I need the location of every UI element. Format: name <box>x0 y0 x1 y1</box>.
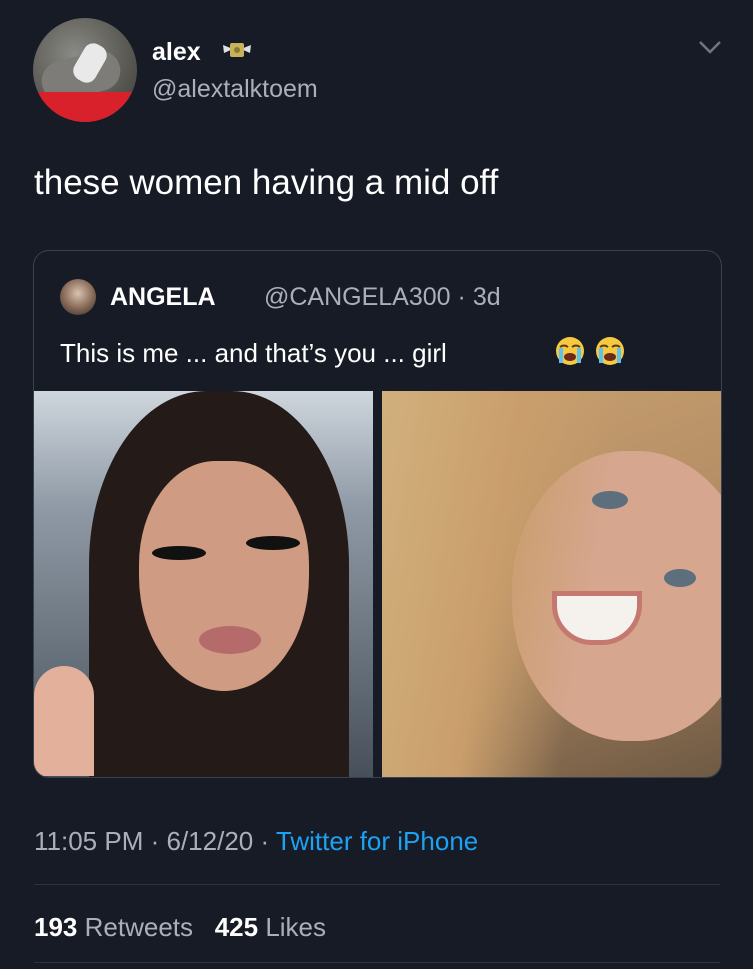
quoted-handle-text[interactable]: @CANGELA300 <box>264 283 451 311</box>
tweet-time[interactable]: 11:05 PM <box>34 826 143 856</box>
divider <box>34 962 720 963</box>
tweet-source-link[interactable]: Twitter for iPhone <box>276 826 478 856</box>
loudly-crying-face-icon <box>556 337 584 365</box>
quoted-text: This is me ... and that’s you ... girl <box>60 338 447 368</box>
photo-left-hand <box>34 666 94 776</box>
photo-left[interactable] <box>34 391 373 777</box>
tweet-date[interactable]: 6/12/20 <box>167 826 254 856</box>
chevron-down-icon[interactable] <box>697 36 723 58</box>
photo-left-face <box>139 461 309 691</box>
quoted-sep: · <box>457 283 466 311</box>
meta-sep: · <box>260 826 270 856</box>
retweets-label: Retweets <box>84 912 194 942</box>
loudly-crying-face-icon <box>596 337 624 365</box>
likes-stat[interactable]: 425 Likes <box>215 912 326 942</box>
photo-left-lash <box>152 546 206 560</box>
likes-label: Likes <box>265 912 327 942</box>
retweets-stat[interactable]: 193 Retweets <box>34 912 193 942</box>
photo-left-lips <box>199 626 261 654</box>
retweets-count: 193 <box>34 912 78 942</box>
photo-right-eye <box>664 569 696 587</box>
user-name[interactable]: alex <box>152 38 201 67</box>
money-wings-icon <box>223 43 251 57</box>
quoted-user-handle: @CANGELA300 · 3d <box>264 283 501 312</box>
tweet-text: these women having a mid off <box>34 163 499 202</box>
photo-left-lash <box>246 536 300 550</box>
quoted-time: 3d <box>472 283 501 311</box>
photo-right-eye <box>592 491 628 509</box>
user-handle[interactable]: @alextalktoem <box>152 75 318 104</box>
likes-count: 425 <box>214 912 259 942</box>
photo-right[interactable] <box>382 391 721 777</box>
quoted-user-avatar[interactable] <box>60 279 96 315</box>
quoted-tweet[interactable]: ANGELA @CANGELA300 · 3d This is me ... a… <box>33 250 722 778</box>
meta-sep: · <box>150 826 160 856</box>
quoted-photos <box>34 391 721 777</box>
tweet-meta: 11:05 PM · 6/12/20 · Twitter for iPhone <box>34 826 478 857</box>
avatar-red-bottom <box>33 92 137 122</box>
divider <box>34 884 720 885</box>
user-avatar[interactable] <box>33 18 137 122</box>
quoted-user-name[interactable]: ANGELA <box>110 283 216 312</box>
tweet-stats: 193 Retweets 425 Likes <box>34 912 326 943</box>
